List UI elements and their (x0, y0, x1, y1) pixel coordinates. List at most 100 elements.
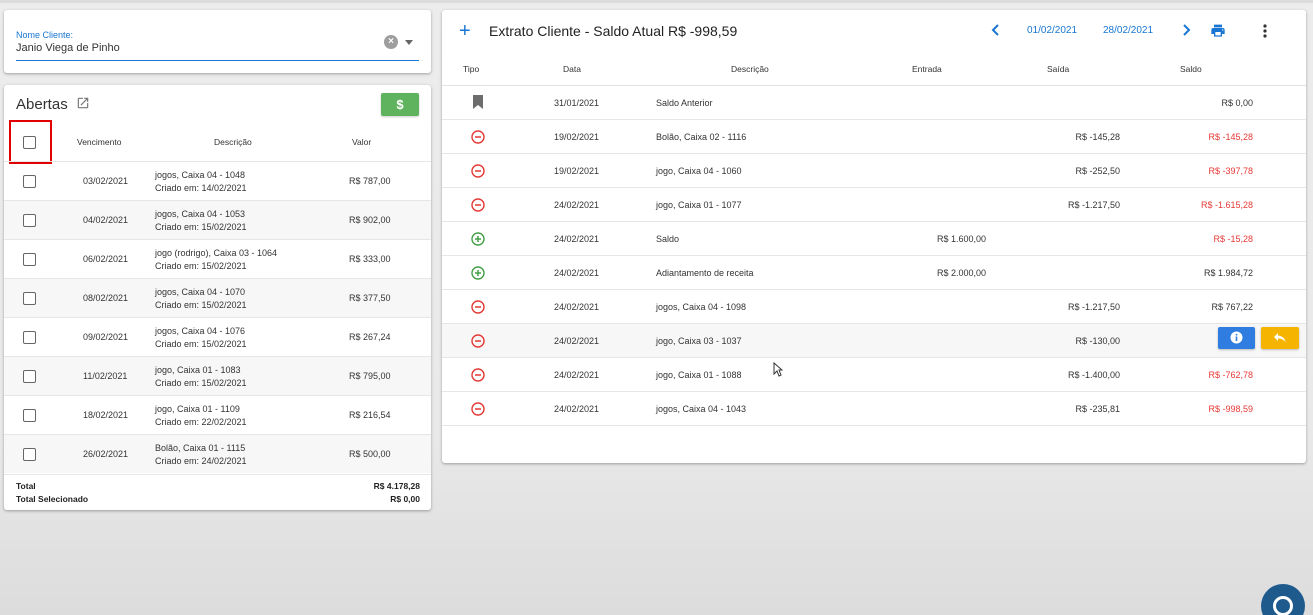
chevron-down-icon[interactable] (405, 40, 413, 45)
add-icon[interactable]: + (459, 21, 471, 41)
client-selector-card: Nome Cliente: Janio Viega de Pinho × (4, 10, 431, 73)
entry-date: 31/01/2021 (554, 98, 600, 108)
entry-description: jogo, Caixa 01 - 1077 (656, 200, 742, 210)
entry-description: jogo, Caixa 04 - 1060 (656, 166, 742, 176)
open-external-icon[interactable] (76, 96, 90, 110)
plus-circle-icon (471, 232, 485, 246)
entry-description: Bolão, Caixa 02 - 1116 (656, 132, 747, 142)
chat-icon (1273, 596, 1293, 615)
entry-description: Adiantamento de receita (656, 268, 754, 278)
chevron-left-icon[interactable] (991, 24, 999, 36)
open-items-card: Abertas $ Vencimento Descrição Valor 03/… (4, 85, 431, 510)
item-value: R$ 795,00 (349, 371, 391, 381)
row-checkbox[interactable] (23, 370, 36, 383)
statement-row[interactable]: 24/02/2021 jogos, Caixa 04 - 1043 R$ -235,… (442, 392, 1306, 426)
chat-button[interactable] (1261, 584, 1305, 615)
item-value: R$ 787,00 (349, 176, 391, 186)
minus-circle-icon (471, 130, 485, 144)
open-item-row[interactable]: 09/02/2021 jogos, Caixa 04 - 1076 Criado e… (4, 317, 431, 356)
date-from[interactable]: 01/02/2021 (1027, 25, 1077, 36)
item-description: jogo, Caixa 01 - 1083 (155, 365, 241, 375)
entry-out: R$ -1.400,00 (1067, 370, 1120, 380)
row-checkbox[interactable] (23, 331, 36, 344)
open-item-row[interactable]: 08/02/2021 jogos, Caixa 04 - 1070 Criado e… (4, 278, 431, 317)
statement-row[interactable]: 24/02/2021 Adiantamento de receita R$ 2.00… (442, 256, 1306, 290)
item-created: Criado em: 22/02/2021 (155, 417, 247, 427)
statement-card: + Extrato Cliente - Saldo Atual R$ -998,… (442, 10, 1306, 463)
entry-date: 19/02/2021 (554, 132, 600, 142)
statement-row[interactable]: 24/02/2021 jogo, Caixa 01 - 1077 R$ -1.217… (442, 188, 1306, 222)
entry-date: 24/02/2021 (554, 200, 600, 210)
item-created: Criado em: 15/02/2021 (155, 261, 247, 271)
open-item-row[interactable]: 04/02/2021 jogos, Caixa 04 - 1053 Criado e… (4, 200, 431, 239)
minus-circle-icon (471, 402, 485, 416)
row-checkbox[interactable] (23, 253, 36, 266)
entry-out: R$ -235,81 (1075, 404, 1120, 414)
header-tipo: Tipo (463, 64, 480, 74)
top-edge (0, 0, 1313, 3)
client-field-input[interactable]: Janio Viega de Pinho (16, 42, 120, 54)
client-field-underline (16, 60, 419, 61)
statement-row[interactable]: 19/02/2021 jogo, Caixa 04 - 1060 R$ -252,5… (442, 154, 1306, 188)
date-to[interactable]: 28/02/2021 (1103, 25, 1153, 36)
open-item-row[interactable]: 18/02/2021 jogo, Caixa 01 - 1109 Criado em… (4, 395, 431, 434)
entry-balance: R$ -998,59 (1208, 404, 1253, 414)
open-item-row[interactable]: 06/02/2021 jogo (rodrigo), Caixa 03 - 106… (4, 239, 431, 278)
open-item-row[interactable]: 11/02/2021 jogo, Caixa 01 - 1083 Criado em… (4, 356, 431, 395)
row-checkbox[interactable] (23, 292, 36, 305)
item-value: R$ 216,54 (349, 410, 391, 420)
pay-button[interactable]: $ (381, 93, 419, 116)
item-value: R$ 333,00 (349, 254, 391, 264)
entry-description: Saldo (656, 234, 680, 244)
chevron-right-icon[interactable] (1183, 24, 1191, 36)
plus-circle-icon (471, 266, 485, 280)
entry-out: R$ -1.217,50 (1067, 302, 1120, 312)
entry-out: R$ -145,28 (1075, 132, 1120, 142)
header-entrada: Entrada (912, 64, 942, 74)
minus-circle-icon (471, 164, 485, 178)
statement-row[interactable]: 24/02/2021 jogo, Caixa 01 - 1088 R$ -1.400… (442, 358, 1306, 392)
row-checkbox[interactable] (23, 214, 36, 227)
due-date: 26/02/2021 (83, 449, 129, 459)
item-description: Bolão, Caixa 01 - 1115 (155, 443, 246, 453)
row-checkbox[interactable] (23, 448, 36, 461)
open-item-row[interactable]: 26/02/2021 Bolão, Caixa 01 - 1115 Criado e… (4, 434, 431, 473)
open-item-row[interactable]: 03/02/2021 jogos, Caixa 04 - 1048 Criado e… (4, 161, 431, 200)
row-checkbox[interactable] (23, 175, 36, 188)
statement-row[interactable]: 31/01/2021 Saldo Anterior R$ 0,00 (442, 86, 1306, 120)
entry-out: R$ -252,50 (1075, 166, 1120, 176)
more-vert-icon[interactable] (1262, 24, 1268, 38)
info-button[interactable] (1218, 327, 1255, 349)
due-date: 03/02/2021 (83, 176, 129, 186)
statement-row[interactable]: 24/02/2021 jogos, Caixa 04 - 1098 R$ -1.21… (442, 290, 1306, 324)
item-value: R$ 267,24 (349, 332, 391, 342)
minus-circle-icon (471, 334, 485, 348)
header-valor: Valor (352, 137, 372, 147)
row-checkbox[interactable] (23, 409, 36, 422)
reverse-button[interactable] (1261, 327, 1299, 349)
entry-balance: R$ -145,28 (1208, 132, 1253, 142)
clear-icon[interactable]: × (384, 35, 398, 49)
print-icon[interactable] (1210, 24, 1226, 38)
statement-row[interactable]: 24/02/2021 jogo, Caixa 03 - 1037 R$ -130,0… (442, 324, 1306, 358)
mouse-cursor-icon (773, 362, 783, 377)
entry-balance: R$ -397,78 (1208, 166, 1253, 176)
open-items-header: Vencimento Descrição Valor (4, 125, 431, 161)
open-items-totals: Total R$ 4.178,28 Total Selecionado R$ 0… (4, 474, 431, 510)
header-vencimento: Vencimento (77, 137, 122, 147)
client-field-label: Nome Cliente: (16, 30, 74, 40)
entry-description: Saldo Anterior (656, 98, 713, 108)
item-created: Criado em: 15/02/2021 (155, 222, 247, 232)
entry-description: jogos, Caixa 04 - 1043 (656, 404, 747, 414)
entry-balance: R$ 767,22 (1211, 302, 1253, 312)
item-description: jogo (rodrigo), Caixa 03 - 1064 (155, 248, 278, 258)
entry-balance: R$ 1.984,72 (1203, 268, 1253, 278)
item-description: jogo, Caixa 01 - 1109 (155, 404, 240, 414)
entry-date: 24/02/2021 (554, 336, 600, 346)
statement-row[interactable]: 24/02/2021 Saldo R$ 1.600,00 R$ -15,28 (442, 222, 1306, 256)
statement-title: Extrato Cliente - Saldo Atual R$ -998,59 (489, 23, 738, 39)
due-date: 06/02/2021 (83, 254, 129, 264)
entry-balance: R$ 0,00 (1221, 98, 1253, 108)
statement-row[interactable]: 19/02/2021 Bolão, Caixa 02 - 1116 R$ -145,… (442, 120, 1306, 154)
due-date: 18/02/2021 (83, 410, 129, 420)
